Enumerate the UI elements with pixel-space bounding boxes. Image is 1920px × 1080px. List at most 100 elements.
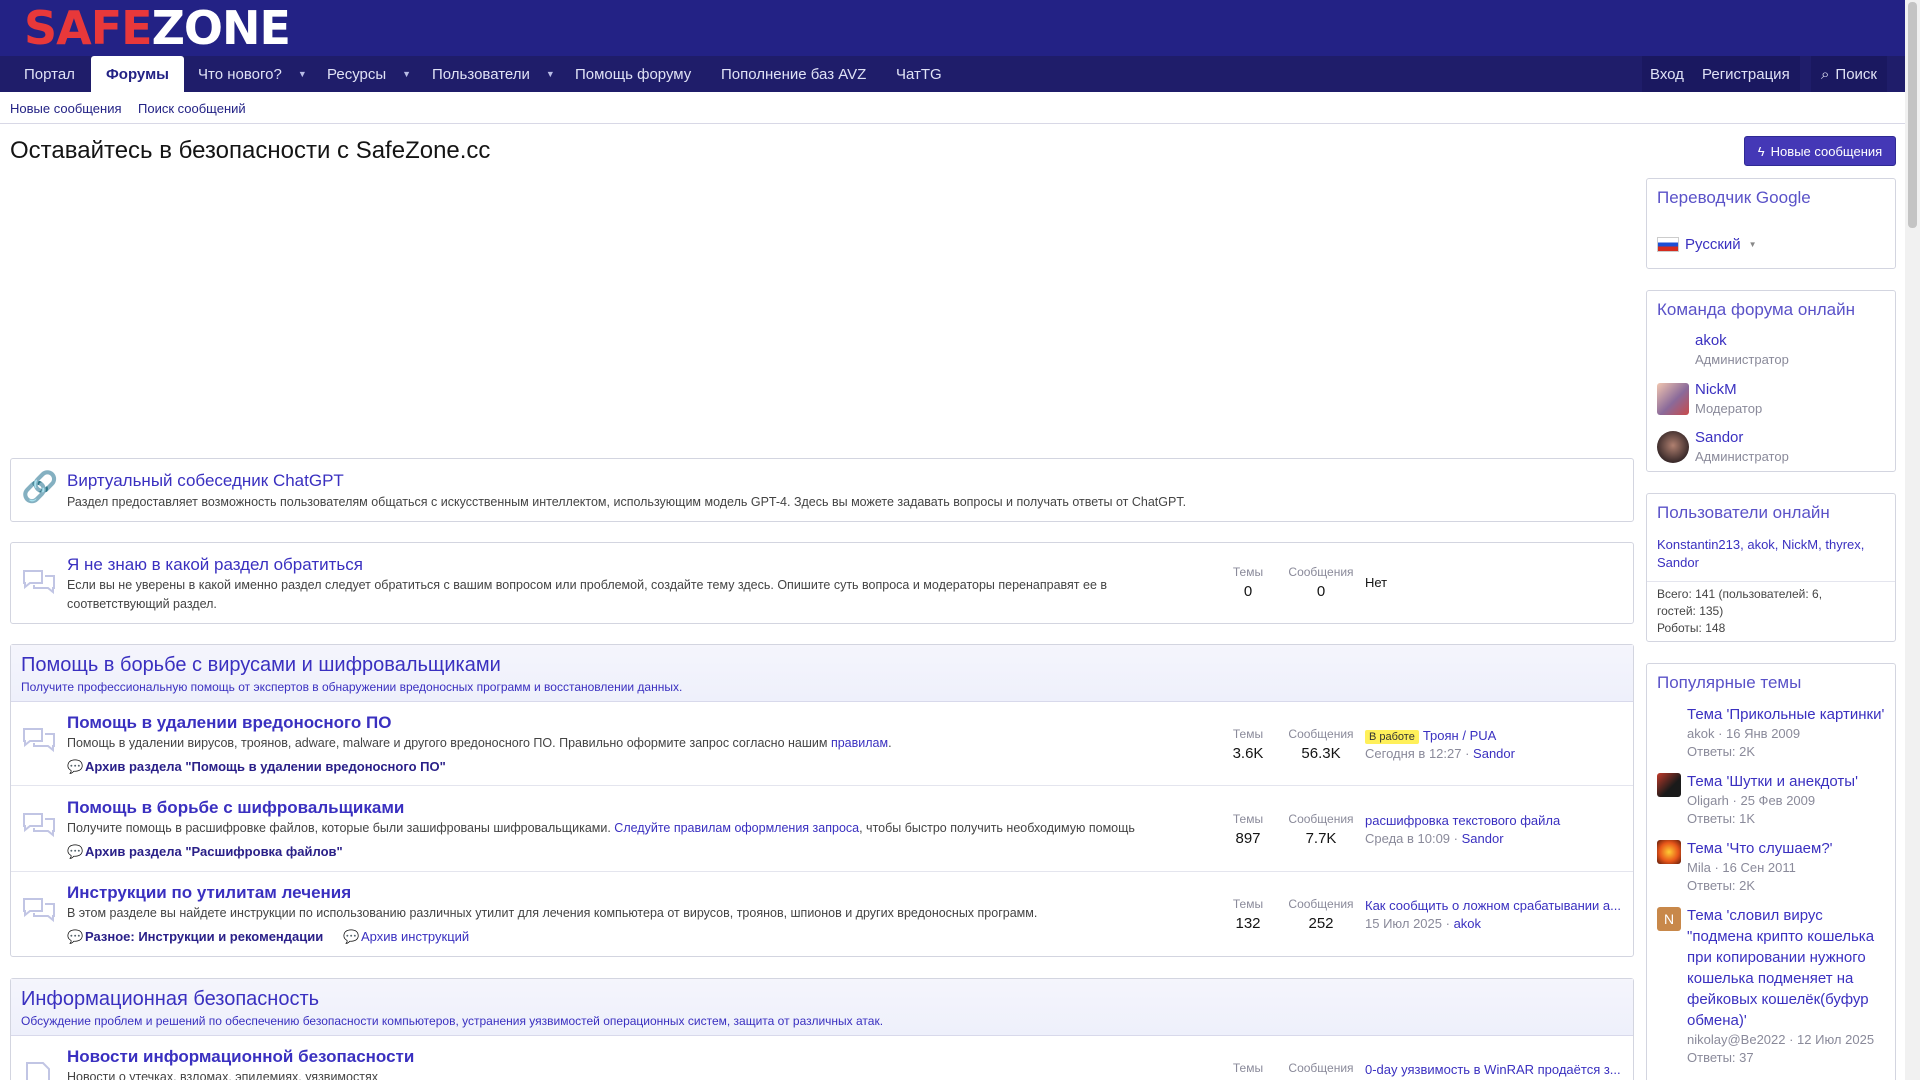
forum-title[interactable]: Виртуальный собеседник ChatGPT [67,471,344,491]
avatar[interactable] [1657,334,1689,366]
widget-title: Команда форума онлайн [1657,300,1855,319]
divider [11,785,1633,786]
posts-stat: Сообщения 7.7K [1288,812,1354,847]
subforum-link[interactable]: 💬 Архив инструкций [343,929,469,945]
language-select[interactable]: Русский ▼ [1657,236,1757,253]
rules-link[interactable]: правилам [831,736,888,750]
latest-meta: Среда в 10:09 · Sandor [1365,831,1504,846]
member-name[interactable]: akok [1695,332,1727,349]
divider [1647,581,1895,582]
nav-members[interactable]: Пользователи ▼ [420,56,567,92]
chat-bubbles-icon [21,895,55,925]
register-button[interactable]: Регистрация [1692,56,1800,92]
latest-thread-link[interactable]: 0-day уязвимость в WinRAR продаётся з... [1365,1062,1625,1077]
category-title[interactable]: Помощь в борьбе с вирусами и шифровальщи… [21,654,501,677]
themes-stat: Темы [1232,1061,1264,1075]
thread-title[interactable]: Тема 'Шутки и анекдоты' [1687,771,1892,792]
forum-title-infosec-news[interactable]: Новости информационной безопасности [67,1047,414,1067]
themes-stat: Темы 897 [1232,812,1264,847]
subforum-link[interactable]: 💬 Разное: Инструкции и рекомендации [67,929,323,945]
search-icon: ⌕ [1821,65,1830,83]
subnav-search-posts[interactable]: Поиск сообщений [138,101,246,116]
scrollbar-thumb[interactable] [1908,2,1917,228]
forum-title[interactable]: Я не знаю в какой раздел обратиться [67,555,363,575]
russia-flag-icon [1657,237,1679,252]
status-badge: В работе [1365,730,1419,744]
popular-thread: Тема 'Прикольные картинки' akok · 16 Янв… [1657,704,1892,768]
member-name[interactable]: Sandor [1695,429,1743,446]
themes-stat: Темы 0 [1232,565,1264,600]
latest-thread-link[interactable]: Как сообщить о ложном срабатывании а... [1365,898,1625,913]
forum-description: Если вы не уверены в какой именно раздел… [67,578,1108,611]
member-role: Модератор [1695,401,1763,416]
nav-resources[interactable]: Ресурсы ▼ [315,56,423,92]
avatar[interactable] [1657,773,1681,797]
avatar[interactable] [1657,383,1689,415]
category-header: Информационная безопасность Обсуждение п… [11,979,1633,1036]
popular-thread: Тема 'Что слушаем?' Mila · 16 Сен 2011 О… [1657,838,1892,902]
member-role: Администратор [1695,352,1789,367]
chat-bubbles-icon [21,725,55,755]
login-button[interactable]: Вход [1642,56,1692,92]
chevron-down-icon[interactable]: ▼ [402,69,411,79]
forum-title-malware-removal[interactable]: Помощь в удалении вредоносного ПО [67,713,391,733]
nav-help-forum[interactable]: Помощь форуму [563,56,703,92]
sub-navigation: Новые сообщения Поиск сообщений [0,92,1905,124]
latest-user[interactable]: Sandor [1462,831,1504,846]
posts-stat: Сообщения [1288,1061,1354,1075]
latest-thread-link[interactable]: расшифровка текстового файла [1365,813,1625,828]
latest-user[interactable]: akok [1454,916,1481,931]
popular-threads-widget: Популярные темы Тема 'Прикольные картинк… [1646,663,1896,1080]
subforum-link[interactable]: 💬 Архив раздела "Расшифровка файлов" [67,844,343,860]
nav-avz-bases[interactable]: Пополнение баз AVZ [709,56,878,92]
thread-replies: Ответы: 2K [1687,744,1756,759]
thread-title[interactable]: Тема 'Прикольные картинки' [1687,704,1892,725]
online-users-list[interactable]: Konstantin213, akok, NickM, thyrex, Sand… [1657,536,1864,572]
forum-node-unknown: Я не знаю в какой раздел обратиться Если… [10,542,1634,624]
chevron-down-icon[interactable]: ▼ [546,69,555,79]
document-icon [21,1059,55,1080]
staff-member: Sandor Администратор [1657,429,1887,469]
posts-stat: Сообщения 56.3K [1288,727,1354,762]
latest-none: Нет [1365,575,1388,590]
nav-whats-new[interactable]: Что нового? ▼ [186,56,319,92]
nav-forums[interactable]: Форумы [91,56,184,92]
latest-meta: 15 Июл 2025 · akok [1365,916,1482,931]
request-rules-link[interactable]: Следуйте правилам оформления запроса [614,821,859,835]
forum-title-instructions[interactable]: Инструкции по утилитам лечения [67,883,351,903]
thread-title[interactable]: Тема 'словил вирус "подмена крипто кошел… [1687,905,1892,1031]
lightning-icon: ϟ [1757,143,1765,159]
link-icon: 🔗 [21,471,59,504]
chevron-down-icon[interactable]: ▼ [298,69,307,79]
forum-description: Новости о утечках, взломах, эпидемиях, у… [67,1070,378,1080]
thread-replies: Ответы: 1K [1687,811,1756,826]
avatar[interactable] [1657,706,1681,730]
new-posts-button[interactable]: ϟ Новые сообщения [1744,136,1896,166]
category-title[interactable]: Информационная безопасность [21,988,319,1011]
popular-thread: N Тема 'словил вирус "подмена крипто кош… [1657,905,1892,1075]
popular-thread: Тема 'Шутки и анекдоты' Oligarh · 25 Фев… [1657,771,1892,835]
subforum-link[interactable]: 💬 Архив раздела "Помощь в удалении вредон… [67,759,446,775]
avatar[interactable] [1657,840,1681,864]
nav-portal[interactable]: Портал [12,56,87,92]
translator-widget: Переводчик Google Русский ▼ [1646,178,1896,269]
thread-replies: Ответы: 2K [1687,878,1756,893]
latest-thread-link[interactable]: В работе Троян / PUA [1365,728,1625,744]
avatar[interactable] [1657,431,1689,463]
chat-icon: 💬 [67,844,84,859]
subnav-new-posts[interactable]: Новые сообщения [10,101,122,116]
chevron-down-icon: ▼ [1748,240,1757,249]
thread-title[interactable]: Тема 'Что слушаем?' [1687,838,1892,859]
avatar[interactable]: N [1657,907,1681,931]
search-button[interactable]: ⌕ Поиск [1811,56,1887,92]
latest-user[interactable]: Sandor [1473,746,1515,761]
nav-chattg[interactable]: ЧатTG [884,56,954,92]
forum-title-ransomware[interactable]: Помощь в борьбе с шифровальщиками [67,798,404,818]
thread-meta: nikolay@Be2022 · 12 Июл 2025 [1687,1032,1875,1047]
page-title: Оставайтесь в безопасности с SafeZone.cc [10,137,491,164]
member-name[interactable]: NickM [1695,381,1737,398]
chat-bubbles-icon [21,567,55,597]
widget-title: Переводчик Google [1657,188,1811,207]
site-logo[interactable]: SAFE ZONE [24,4,291,52]
chat-bubbles-icon [21,810,55,840]
